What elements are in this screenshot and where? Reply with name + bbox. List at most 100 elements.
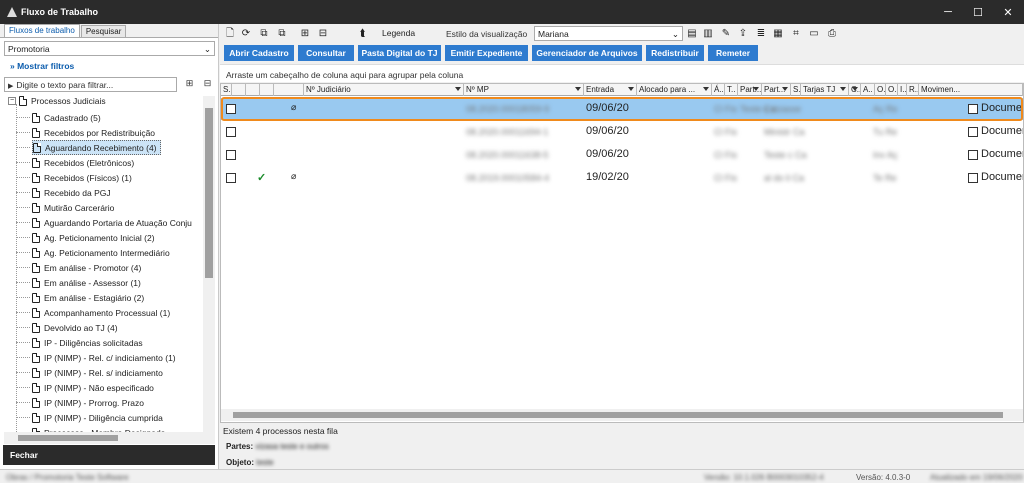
legenda-label[interactable]: Legenda <box>382 28 415 38</box>
tree-item[interactable]: Em análise - Estagiário (2) <box>32 290 144 305</box>
copy-icon[interactable]: ⧉ <box>258 27 270 40</box>
filter-dropdown-icon[interactable] <box>753 87 759 91</box>
table-row[interactable]: 08.2020.00011694-1 09/06/20 Cl Fis Ministr … <box>221 121 1023 143</box>
tree-item[interactable]: Em análise - Promotor (4) <box>32 260 141 275</box>
mov-checkbox[interactable] <box>968 104 978 114</box>
doc-arrow-icon[interactable]: ⮬ <box>357 27 369 40</box>
tree-item[interactable]: IP (NIMP) - Rel. c/ indiciamento (1) <box>32 350 176 365</box>
close-window-button[interactable]: ✕ <box>993 0 1023 24</box>
column-header[interactable]: S.. <box>791 84 801 96</box>
edit-icon[interactable]: ✎ <box>720 27 732 40</box>
list-icon[interactable]: ≣ <box>755 27 767 40</box>
column-header[interactable]: O.. <box>875 84 886 96</box>
column-header[interactable]: Nº MP <box>464 84 584 96</box>
row-checkbox[interactable] <box>226 104 236 114</box>
tree-item[interactable]: Em análise - Assessor (1) <box>32 275 141 290</box>
save-icon[interactable]: ▤ <box>686 27 698 40</box>
column-header[interactable] <box>260 84 274 96</box>
tab-pesquisar[interactable]: Pesquisar <box>80 25 127 37</box>
minimize-button[interactable]: ─ <box>933 0 963 24</box>
action-button[interactable]: Emitir Expediente <box>445 45 528 61</box>
action-button[interactable]: Abrir Cadastro <box>224 45 294 61</box>
column-header[interactable]: Part... <box>762 84 791 96</box>
column-header[interactable]: Entrada <box>584 84 637 96</box>
column-header[interactable]: S.. <box>221 84 232 96</box>
tree-item[interactable]: Recebidos por Redistribuição <box>32 125 155 140</box>
tree-icon[interactable]: ⌗ <box>790 27 802 40</box>
collapse-box-icon[interactable]: − <box>8 97 16 105</box>
delete-icon[interactable]: ▥ <box>702 27 714 40</box>
promotoria-dropdown[interactable]: Promotoria ⌄ <box>4 41 215 56</box>
filter-dropdown-icon[interactable] <box>840 87 846 91</box>
column-header[interactable]: R.. <box>907 84 919 96</box>
column-header[interactable] <box>274 84 304 96</box>
tree-item[interactable]: Recebido da PGJ <box>32 185 111 200</box>
filter-dropdown-icon[interactable] <box>782 87 788 91</box>
duplicate-icon[interactable]: ⧉ <box>276 27 288 40</box>
tree-item[interactable]: Devolvido ao TJ (4) <box>32 320 118 335</box>
filter-dropdown-icon[interactable] <box>852 87 858 91</box>
filter-dropdown-icon[interactable] <box>575 87 581 91</box>
tree-item[interactable]: Ag. Peticionamento Intermediário <box>32 245 170 260</box>
expand-tree-icon[interactable]: ⊞ <box>183 78 196 91</box>
tree-item[interactable]: IP (NIMP) - Não especificado <box>32 380 154 395</box>
row-checkbox[interactable] <box>226 150 236 160</box>
column-header[interactable] <box>246 84 260 96</box>
row-checkbox[interactable] <box>226 173 236 183</box>
row-checkbox[interactable] <box>226 127 236 137</box>
tree-item[interactable]: Ag. Peticionamento Inicial (2) <box>32 230 155 245</box>
filter-search-input[interactable]: ▶ Digite o texto para filtrar... <box>4 77 177 92</box>
scroll-thumb[interactable] <box>233 412 1003 418</box>
tab-fluxos[interactable]: Fluxos de trabalho <box>4 24 80 37</box>
tree-item[interactable]: IP (NIMP) - Prorrog. Prazo <box>32 395 144 410</box>
column-header[interactable]: C.. <box>849 84 861 96</box>
collapse-tree-icon[interactable]: ⊟ <box>201 78 214 91</box>
printer-icon[interactable]: ⎙ <box>826 27 838 40</box>
tree-root[interactable]: − Processos Judiciais <box>8 96 106 106</box>
tree-item[interactable]: IP (NIMP) - Rel. s/ indiciamento <box>32 365 163 380</box>
close-button[interactable]: Fechar <box>3 445 215 465</box>
mov-checkbox[interactable] <box>968 173 978 183</box>
tree-item[interactable]: Mutirão Carcerário <box>32 200 114 215</box>
tree-item[interactable]: Acompanhamento Processual (1) <box>32 305 170 320</box>
tree-item[interactable]: Recebidos (Físicos) (1) <box>32 170 132 185</box>
maximize-button[interactable]: ☐ <box>963 0 993 24</box>
column-header[interactable]: Part... <box>738 84 762 96</box>
refresh-icon[interactable]: ⟳ <box>240 27 252 40</box>
show-filters-link[interactable]: » Mostrar filtros <box>10 61 74 71</box>
tree-item[interactable]: IP - Diligências solicitadas <box>32 335 143 350</box>
monitor-icon[interactable]: ▦ <box>772 27 784 40</box>
tree-horizontal-scrollbar[interactable] <box>4 432 215 444</box>
column-header[interactable]: A.. <box>861 84 875 96</box>
group-icon[interactable]: ⊞ <box>299 27 311 40</box>
action-button[interactable]: Remeter <box>708 45 758 61</box>
merge-icon[interactable]: ⊟ <box>317 27 329 40</box>
tree-item[interactable]: Processos - Membro Designado <box>32 425 165 432</box>
tree-item[interactable]: Aguardando Recebimento (4) <box>32 140 161 155</box>
mov-checkbox[interactable] <box>968 127 978 137</box>
export-icon[interactable]: ⇪ <box>737 27 749 40</box>
column-header[interactable]: Nº Judiciário <box>304 84 464 96</box>
tree-item[interactable]: Cadastrado (5) <box>32 110 101 125</box>
action-button[interactable]: Consultar <box>298 45 354 61</box>
column-header[interactable]: Alocado para ... <box>637 84 712 96</box>
tree-item[interactable]: IP (NIMP) - Diligência cumprida <box>32 410 163 425</box>
column-header[interactable]: Movimen... <box>919 84 1023 96</box>
action-button[interactable]: Pasta Digital do TJ <box>358 45 441 61</box>
column-header[interactable]: I.. <box>898 84 907 96</box>
filter-dropdown-icon[interactable] <box>455 87 461 91</box>
tree-item[interactable]: Aguardando Portaria de Atuação Conju <box>32 215 192 230</box>
tree-item[interactable]: Recebidos (Eletrônicos) <box>32 155 134 170</box>
column-header[interactable]: Tarjas TJ <box>801 84 849 96</box>
scroll-thumb[interactable] <box>205 108 213 278</box>
table-row[interactable]: ⌀ 08.2020.00018059-9 09/06/20 Cl Fis Teste c… <box>221 98 1023 120</box>
view-style-dropdown[interactable]: Mariana ⌄ <box>534 26 683 41</box>
grid-horizontal-scrollbar[interactable] <box>221 409 1023 421</box>
scroll-thumb[interactable] <box>18 435 118 441</box>
action-button[interactable]: Gerenciador de Arquivos <box>532 45 642 61</box>
new-doc-icon[interactable]: 🗋 <box>224 27 236 40</box>
column-header[interactable] <box>232 84 246 96</box>
filter-dropdown-icon[interactable] <box>703 87 709 91</box>
column-header[interactable]: Á.. <box>712 84 725 96</box>
table-row[interactable]: ✓ ⌀ 08.2019.00010584-4 19/02/20 Cl Fis al do … <box>221 167 1023 189</box>
